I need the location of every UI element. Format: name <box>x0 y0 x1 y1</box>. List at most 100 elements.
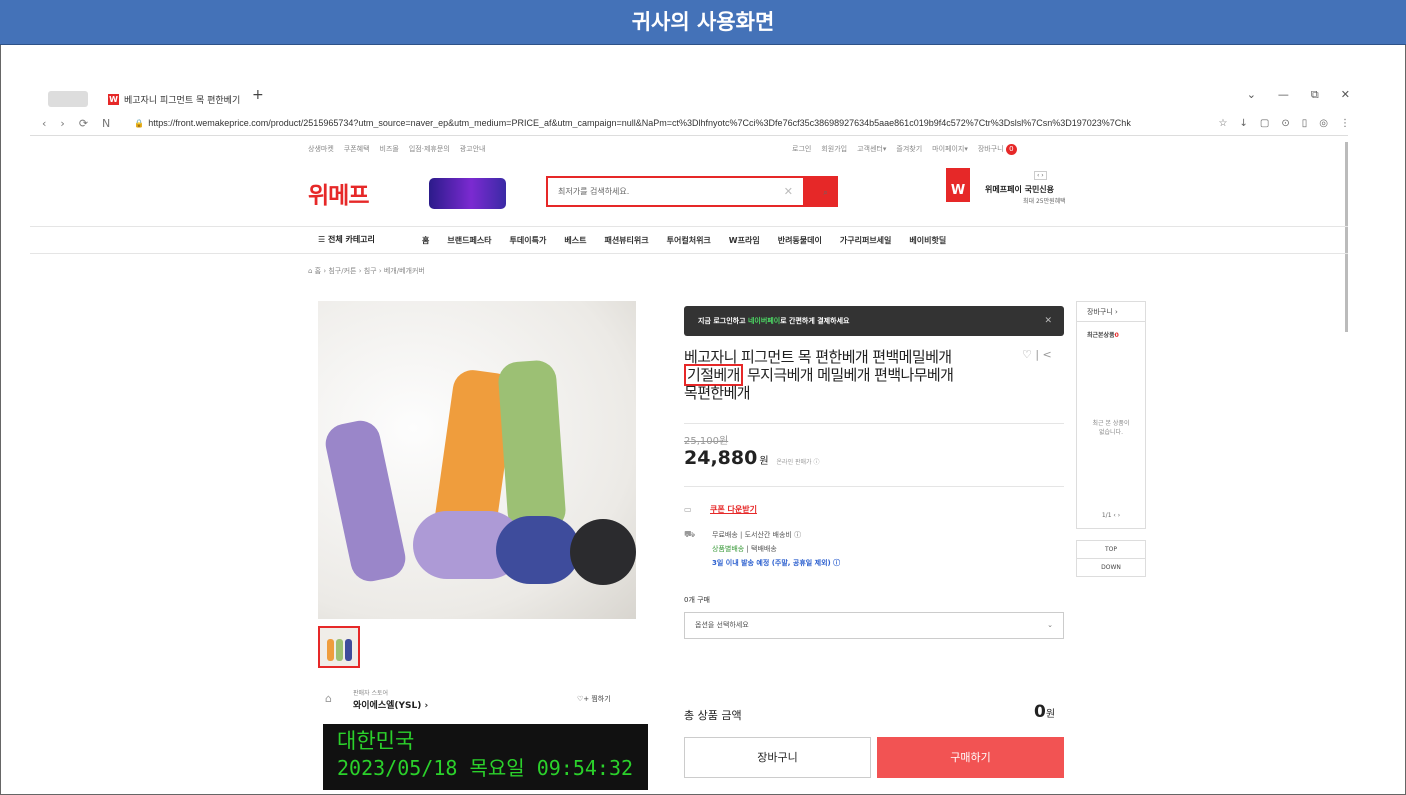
title-line: 무지극베개 메밀베개 편백나무베개 <box>742 366 954 384</box>
card-banner-arrows[interactable]: ‹ › <box>1034 171 1047 180</box>
shipping-eta: 3일 이내 발송 예정 (주말, 공휴일 제외) ⓘ <box>712 559 841 567</box>
top-button[interactable]: TOP <box>1076 540 1146 559</box>
divider <box>684 486 1064 487</box>
cart-link[interactable]: 장바구니 0 <box>978 144 1017 155</box>
option-placeholder: 옵션을 선택하세요 <box>695 621 749 629</box>
recent-items-header: 최근본상품0 <box>1077 322 1145 339</box>
web-page: 상생마켓 쿠폰혜택 비즈몰 입점·제휴문의 광고안내 로그인 회원가입 고객센터… <box>30 135 1348 795</box>
category-item[interactable]: 베이비핫딜 <box>909 235 946 246</box>
promo-banner[interactable] <box>429 178 506 209</box>
category-item[interactable]: 브랜드페스타 <box>447 235 491 246</box>
category-item[interactable]: 투어컬처위크 <box>667 235 711 246</box>
wishlist-share-icon[interactable]: ♡ | < <box>1022 348 1052 361</box>
clear-icon[interactable]: ✕ <box>774 185 793 198</box>
util-link[interactable]: 상생마켓 <box>308 144 334 154</box>
naverpay-login-banner[interactable]: 지금 로그인하고 네이버페이로 간편하게 결제하세요 ✕ <box>684 306 1064 336</box>
product-image[interactable] <box>318 301 636 619</box>
profile-icon[interactable]: ◎ <box>1319 118 1328 129</box>
browser-tab[interactable]: W 베고자니 피그먼트 목 편한베기 <box>108 90 268 108</box>
util-link[interactable]: 쿠폰혜택 <box>344 144 370 154</box>
card-banner-title[interactable]: 위메프페이 국민신용 <box>985 184 1054 195</box>
back-button[interactable]: ‹ <box>42 117 46 130</box>
price-label[interactable]: 온라인 판매가 ⓘ <box>777 459 820 466</box>
add-to-cart-button[interactable]: 장바구니 <box>684 737 871 778</box>
sidebar-cart-link[interactable]: 장바구니 › <box>1077 302 1145 322</box>
menu-icon[interactable]: ⋮ <box>1340 118 1350 129</box>
extension-icon[interactable]: ▢ <box>1260 118 1269 129</box>
down-button[interactable]: DOWN <box>1076 558 1146 577</box>
all-categories-button[interactable]: ☰ 전체 카테고리 <box>318 234 375 245</box>
customer-center-link[interactable]: 고객센터▾ <box>857 144 886 155</box>
tab-list-button[interactable]: ⌄ <box>1247 88 1256 102</box>
total-value: 0 <box>1034 702 1046 722</box>
product-thumbnail[interactable] <box>318 626 360 668</box>
new-tab-button[interactable]: + <box>252 87 264 103</box>
seller-name-link[interactable]: 와이에스엘(YSL) › <box>353 698 428 711</box>
original-price: 25,100원 <box>684 436 729 447</box>
recent-items-sidebar: 장바구니 › 최근본상품0 최근 본 상품이 없습니다. 1/1 ‹ › <box>1076 301 1146 529</box>
util-link[interactable]: 비즈몰 <box>380 144 399 154</box>
category-item[interactable]: W프라임 <box>729 235 760 246</box>
window-controls: ⌄ — ⧉ ✕ <box>1247 88 1350 102</box>
download-icon[interactable]: ↓ <box>1240 118 1248 129</box>
login-link[interactable]: 로그인 <box>792 144 811 155</box>
lock-icon[interactable]: 🔒 <box>134 119 144 128</box>
coupon-download-link[interactable]: ▭ 쿠폰 다운받기 <box>684 504 757 515</box>
breadcrumb[interactable]: ⌂ 홈 › 침구/커튼 › 침구 › 베개/베개커버 <box>308 266 425 276</box>
search-icon: ⌕ <box>823 188 828 197</box>
buy-now-button[interactable]: 구매하기 <box>877 737 1064 778</box>
thumb-bar <box>344 639 352 661</box>
naver-icon[interactable]: N <box>102 117 110 130</box>
minimize-button[interactable]: — <box>1278 88 1289 102</box>
category-bar: ☰ 전체 카테고리 홈 브랜드페스타 투데이특가 베스트 패션뷰티위크 투어컬처… <box>30 226 1348 254</box>
total-amount: 0원 <box>1034 702 1055 722</box>
close-window-button[interactable]: ✕ <box>1341 88 1350 102</box>
shipping-method: 상품별배송 | 택배배송 <box>684 542 840 556</box>
category-menu: 홈 브랜드페스타 투데이특가 베스트 패션뷰티위크 투어컬처위크 W프라임 반려… <box>422 235 946 246</box>
close-icon[interactable]: ✕ <box>1044 306 1052 336</box>
recent-label: 최근본상품 <box>1087 332 1115 339</box>
thumb-bar <box>335 639 343 661</box>
signup-link[interactable]: 회원가입 <box>821 144 847 155</box>
inactive-tab[interactable] <box>48 91 88 107</box>
category-item[interactable]: 투데이특가 <box>510 235 547 246</box>
favorite-store-button[interactable]: ♡+ 찜하기 <box>577 694 611 704</box>
sidebar-icon[interactable]: ▯ <box>1302 118 1308 129</box>
option-select[interactable]: 옵션을 선택하세요 ⌄ <box>684 612 1064 639</box>
wemakeprice-favicon-icon: W <box>108 93 119 105</box>
restore-button[interactable]: ⧉ <box>1311 88 1319 102</box>
thumb-bar <box>326 639 334 661</box>
store-home-icon[interactable]: ⌂ <box>325 692 332 705</box>
category-item[interactable]: 반려동물데이 <box>778 235 822 246</box>
search-button[interactable]: ⌕ <box>803 176 838 207</box>
seller-label: 판매자 스토어 <box>353 690 389 697</box>
pillow-purple <box>321 417 410 585</box>
category-item[interactable]: 베스트 <box>564 235 586 246</box>
reload-button[interactable]: ⟳ <box>79 117 88 130</box>
util-link[interactable]: 광고안내 <box>460 144 486 154</box>
site-logo[interactable]: 위메프 <box>308 176 369 210</box>
favorites-link[interactable]: 즐겨찾기 <box>896 144 922 155</box>
util-link[interactable]: 입점·제휴문의 <box>409 144 450 154</box>
pillow-black <box>570 519 636 585</box>
url-field[interactable]: https://front.wemakeprice.com/product/25… <box>148 118 1210 128</box>
search-input[interactable]: 최저가를 검색하세요. <box>548 186 774 197</box>
recent-count: 0 <box>1114 332 1119 339</box>
recent-pager[interactable]: 1/1 ‹ › <box>1077 512 1145 519</box>
card-logo-icon[interactable]: W <box>946 168 970 202</box>
naverpay-highlight: 네이버페이 <box>747 317 781 325</box>
total-unit: 원 <box>1045 709 1056 720</box>
shipping-type: | 택배배송 <box>744 545 777 553</box>
capture-icon[interactable]: ⊙ <box>1281 118 1289 129</box>
login-banner-text: 지금 로그인하고 <box>698 317 748 325</box>
country-text: 대한민국 <box>337 729 415 753</box>
category-item[interactable]: 가구리퍼브세일 <box>840 235 892 246</box>
coupon-icon: ▭ <box>684 505 692 514</box>
category-item[interactable]: 패션뷰티위크 <box>604 235 648 246</box>
mypage-link[interactable]: 마이페이지▾ <box>932 144 968 155</box>
forward-button[interactable]: › <box>60 117 64 130</box>
bookmark-star-icon[interactable]: ☆ <box>1219 118 1228 129</box>
card-banner-sub: 최대 25만원혜택 <box>1023 198 1066 205</box>
login-banner-text-end: 로 간편하게 결제하세요 <box>780 317 850 325</box>
category-item[interactable]: 홈 <box>422 235 429 246</box>
